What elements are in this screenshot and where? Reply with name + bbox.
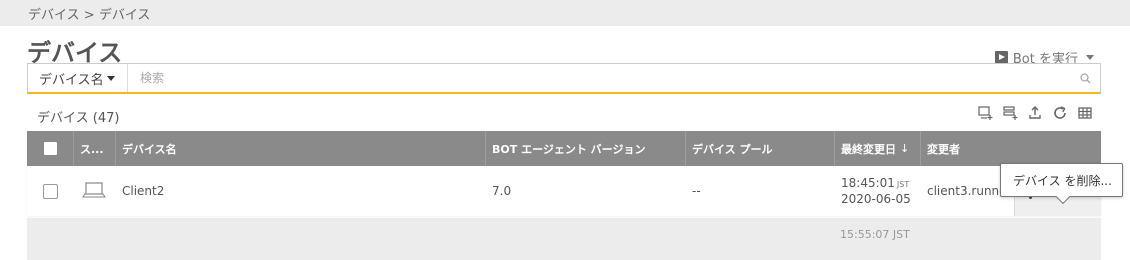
- column-header-agent-version[interactable]: BOT エージェント バージョン: [486, 131, 686, 166]
- modified-time: 18:45:01: [841, 176, 895, 190]
- search-field-dropdown[interactable]: デバイス名: [28, 64, 128, 92]
- device-name-cell[interactable]: Client2: [116, 166, 486, 216]
- column-header-last-modified[interactable]: 最終変更日 ↓: [835, 131, 921, 166]
- search-icon[interactable]: [1076, 72, 1094, 84]
- delete-device-tooltip: デバイス を削除...: [1000, 163, 1123, 197]
- sort-descending-icon: ↓: [900, 142, 910, 155]
- column-settings-icon[interactable]: [1077, 105, 1093, 121]
- add-to-pool-icon[interactable]: [977, 105, 993, 121]
- last-modified-label: 最終変更日: [841, 142, 896, 156]
- export-icon[interactable]: [1027, 105, 1043, 121]
- next-row-modified-time: 15:55:07 JST: [840, 228, 910, 241]
- timezone-label: JST: [896, 180, 910, 189]
- search-input[interactable]: [128, 64, 1076, 92]
- breadcrumb-item[interactable]: デバイス: [28, 8, 80, 23]
- agent-version-cell: 7.0: [492, 184, 512, 198]
- select-all-checkbox[interactable]: [43, 141, 58, 156]
- column-header-device-name[interactable]: デバイス名: [116, 131, 486, 166]
- last-modified-cell: 18:45:01 JST 2020-06-05: [835, 166, 921, 216]
- caret-down-icon: [1086, 55, 1094, 60]
- row-select-cell: [27, 166, 74, 216]
- row-checkbox[interactable]: [43, 183, 58, 199]
- caret-down-icon: [106, 75, 115, 81]
- table-row[interactable]: [27, 218, 1101, 260]
- search-bar: デバイス名: [27, 63, 1101, 94]
- modified-date: 2020-06-05: [841, 192, 911, 206]
- column-header-modified-by[interactable]: 変更者: [921, 131, 1016, 166]
- breadcrumb-item: デバイス: [98, 8, 151, 23]
- breadcrumb: デバイス > デバイス: [28, 4, 150, 23]
- device-status-cell: [74, 166, 116, 216]
- column-header-status[interactable]: ス...: [74, 131, 116, 166]
- device-pool-cell: --: [692, 184, 701, 198]
- list-toolbar: [977, 105, 1093, 121]
- select-all-cell: [27, 131, 74, 166]
- table-header: ス... デバイス名 BOT エージェント バージョン デバイス プール 最終変…: [27, 131, 1101, 166]
- laptop-icon: [81, 181, 107, 202]
- search-field-label: デバイス名: [39, 72, 104, 88]
- breadcrumb-separator: >: [83, 8, 95, 23]
- refresh-icon[interactable]: [1052, 105, 1068, 121]
- table-row[interactable]: Client2 7.0 -- 18:45:01 JST 2020-06-05 cl…: [27, 166, 1101, 216]
- column-header-device-pool[interactable]: デバイス プール: [686, 131, 835, 166]
- add-list-icon[interactable]: [1002, 105, 1018, 121]
- device-count: デバイス (47): [37, 111, 120, 126]
